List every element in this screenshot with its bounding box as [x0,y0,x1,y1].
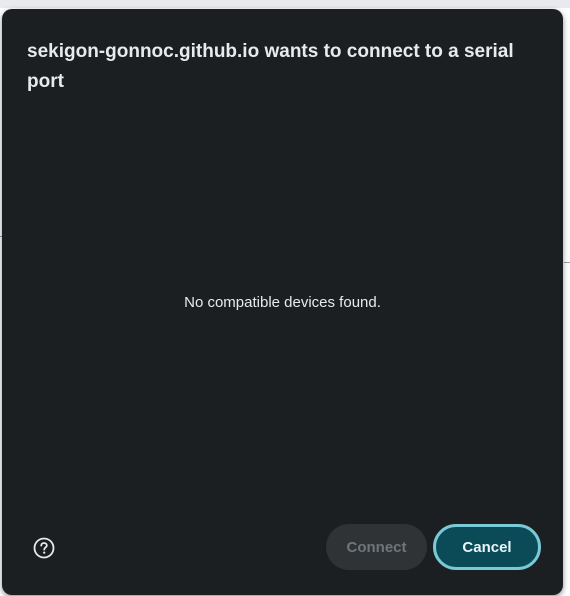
serial-port-permission-dialog: sekigon-gonnoc.github.io wants to connec… [2,9,563,595]
browser-top-strip [0,0,570,8]
cancel-button[interactable]: Cancel [433,524,541,570]
help-icon[interactable] [33,537,55,559]
help-circle-icon [33,537,55,559]
connect-button[interactable]: Connect [326,524,427,570]
dialog-title: sekigon-gonnoc.github.io wants to connec… [27,41,514,92]
background-divider [564,262,570,263]
no-devices-message: No compatible devices found. [184,294,381,311]
